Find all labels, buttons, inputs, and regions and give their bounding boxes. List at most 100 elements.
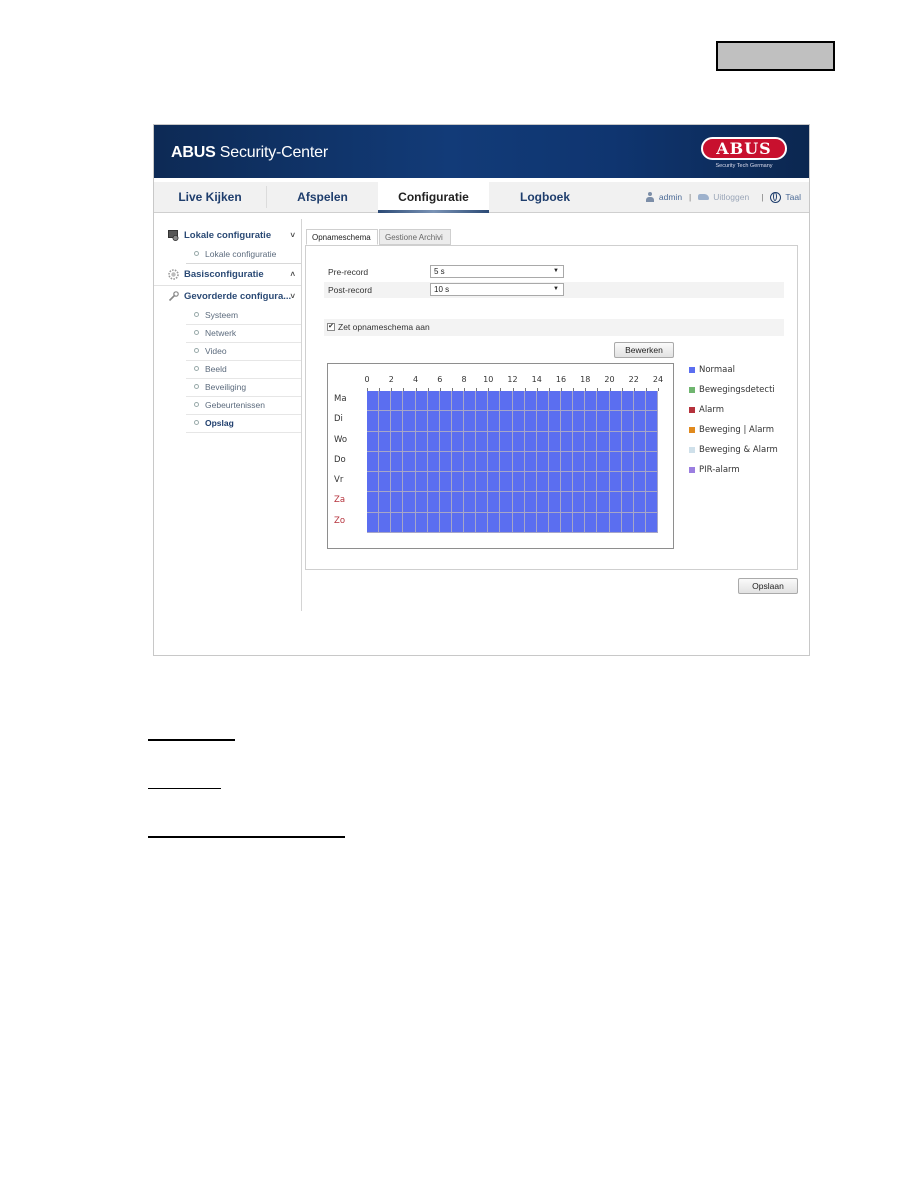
- schedule-cell[interactable]: [379, 391, 392, 412]
- schedule-cell[interactable]: [367, 472, 380, 493]
- schedule-cell[interactable]: [512, 411, 525, 432]
- schedule-cell[interactable]: [645, 451, 658, 473]
- tab-live-kijken[interactable]: Live Kijken: [154, 182, 266, 212]
- schedule-cell[interactable]: [464, 492, 477, 513]
- schedule-cell[interactable]: [379, 411, 392, 432]
- schedule-cell[interactable]: [621, 492, 634, 513]
- schedule-cell[interactable]: [500, 431, 513, 452]
- schedule-cell[interactable]: [573, 391, 586, 412]
- schedule-cell[interactable]: [561, 451, 574, 473]
- schedule-cell[interactable]: [439, 492, 452, 513]
- post-record-select[interactable]: 10 s ▼: [430, 283, 564, 296]
- schedule-cell[interactable]: [415, 411, 428, 432]
- sidebar-item-opslag[interactable]: Opslag: [186, 415, 301, 433]
- sidebar-item-beeld[interactable]: Beeld: [186, 361, 301, 379]
- schedule-cell[interactable]: [415, 431, 428, 452]
- schedule-cell[interactable]: [597, 472, 610, 493]
- schedule-cell[interactable]: [536, 411, 549, 432]
- schedule-cell[interactable]: [585, 411, 598, 432]
- schedule-cell[interactable]: [500, 512, 513, 533]
- schedule-cell[interactable]: [524, 391, 537, 412]
- schedule-cell[interactable]: [403, 472, 416, 493]
- schedule-cell[interactable]: [415, 492, 428, 513]
- schedule-cell[interactable]: [476, 492, 489, 513]
- schedule-cell[interactable]: [488, 512, 501, 533]
- schedule-cell[interactable]: [524, 512, 537, 533]
- schedule-cell[interactable]: [621, 431, 634, 452]
- chevron-up-icon[interactable]: ˄: [290, 264, 295, 285]
- schedule-cell[interactable]: [609, 492, 622, 513]
- tab-configuratie[interactable]: Configuratie: [378, 182, 489, 213]
- schedule-cell[interactable]: [403, 512, 416, 533]
- schedule-cell[interactable]: [451, 391, 464, 412]
- schedule-cell[interactable]: [451, 431, 464, 452]
- schedule-cell[interactable]: [403, 492, 416, 513]
- schedule-cell[interactable]: [488, 391, 501, 412]
- schedule-cell[interactable]: [561, 391, 574, 412]
- schedule-cell[interactable]: [464, 391, 477, 412]
- schedule-cell[interactable]: [439, 431, 452, 452]
- schedule-cell[interactable]: [536, 391, 549, 412]
- schedule-cell[interactable]: [439, 472, 452, 493]
- schedule-cell[interactable]: [379, 431, 392, 452]
- schedule-cell[interactable]: [573, 512, 586, 533]
- schedule-cell[interactable]: [476, 512, 489, 533]
- schedule-cell[interactable]: [573, 411, 586, 432]
- schedule-cell[interactable]: [391, 411, 404, 432]
- schedule-cell[interactable]: [391, 492, 404, 513]
- tab-logboek[interactable]: Logboek: [489, 182, 601, 212]
- schedule-cell[interactable]: [403, 451, 416, 473]
- schedule-cell[interactable]: [427, 472, 440, 493]
- language-link[interactable]: Taal: [785, 182, 801, 212]
- schedule-cell[interactable]: [439, 411, 452, 432]
- schedule-cell[interactable]: [367, 451, 380, 473]
- schedule-cell[interactable]: [488, 472, 501, 493]
- schedule-cell[interactable]: [439, 451, 452, 473]
- schedule-cell[interactable]: [524, 411, 537, 432]
- schedule-cell[interactable]: [415, 512, 428, 533]
- schedule-cell[interactable]: [548, 411, 561, 432]
- schedule-cell[interactable]: [597, 391, 610, 412]
- schedule-cell[interactable]: [451, 472, 464, 493]
- schedule-cell[interactable]: [403, 431, 416, 452]
- schedule-cell[interactable]: [415, 472, 428, 493]
- schedule-cell[interactable]: [379, 492, 392, 513]
- sidebar-item-gebeurtenissen[interactable]: Gebeurtenissen: [186, 397, 301, 415]
- schedule-cell[interactable]: [367, 431, 380, 452]
- schedule-cell[interactable]: [633, 431, 646, 452]
- schedule-cell[interactable]: [524, 451, 537, 473]
- sidebar-group-lokale-configuratie[interactable]: Lokale configuratie ˅: [154, 225, 301, 246]
- schedule-cell[interactable]: [609, 472, 622, 493]
- schedule-cell[interactable]: [633, 411, 646, 432]
- schedule-cell[interactable]: [379, 512, 392, 533]
- schedule-cell[interactable]: [500, 492, 513, 513]
- schedule-cell[interactable]: [391, 431, 404, 452]
- schedule-cell[interactable]: [621, 451, 634, 473]
- schedule-cell[interactable]: [451, 492, 464, 513]
- schedule-cell[interactable]: [561, 512, 574, 533]
- schedule-cell[interactable]: [645, 391, 658, 412]
- schedule-cell[interactable]: [633, 451, 646, 473]
- schedule-cell[interactable]: [415, 451, 428, 473]
- schedule-cell[interactable]: [415, 391, 428, 412]
- schedule-cell[interactable]: [488, 451, 501, 473]
- schedule-cell[interactable]: [585, 492, 598, 513]
- schedule-cell[interactable]: [633, 472, 646, 493]
- schedule-cell[interactable]: [597, 431, 610, 452]
- sidebar-item-beveiliging[interactable]: Beveiliging: [186, 379, 301, 397]
- schedule-cell[interactable]: [476, 451, 489, 473]
- schedule-cell[interactable]: [500, 391, 513, 412]
- schedule-cell[interactable]: [500, 472, 513, 493]
- schedule-cell[interactable]: [488, 411, 501, 432]
- schedule-cell[interactable]: [391, 472, 404, 493]
- schedule-cell[interactable]: [609, 431, 622, 452]
- schedule-cell[interactable]: [439, 512, 452, 533]
- schedule-cell[interactable]: [451, 451, 464, 473]
- schedule-cell[interactable]: [439, 391, 452, 412]
- schedule-cell[interactable]: [367, 492, 380, 513]
- logout-link[interactable]: Uitloggen: [713, 182, 749, 212]
- schedule-cell[interactable]: [645, 472, 658, 493]
- schedule-cell[interactable]: [403, 411, 416, 432]
- schedule-cell[interactable]: [609, 411, 622, 432]
- schedule-cell[interactable]: [633, 492, 646, 513]
